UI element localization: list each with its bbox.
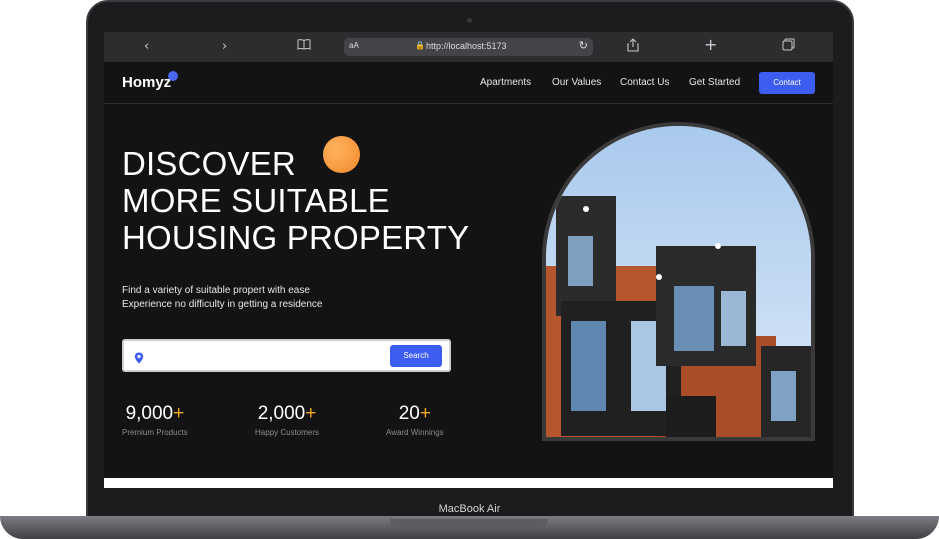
stat-plus: + (419, 403, 431, 424)
site-header: Homyz Apartments Our Values Contact Us G… (104, 62, 833, 104)
nav-link-our-values[interactable]: Our Values (552, 77, 601, 88)
nav-link-apartments[interactable]: Apartments (480, 77, 531, 88)
stat-value: 20+ (386, 402, 444, 426)
new-tab-icon[interactable]: + (704, 36, 717, 54)
stat-number: 9,000 (125, 403, 174, 424)
stat-label: Premium Products (122, 428, 188, 437)
stat-award-winnings: 20+ Award Winnings (386, 402, 444, 437)
stat-number: 20 (398, 403, 420, 424)
screen: ‹ › aA 🔒 http://localhost:5173 ↻ + Homyz… (104, 32, 833, 488)
search-input[interactable] (152, 347, 386, 367)
stat-plus: + (305, 403, 317, 424)
share-icon[interactable] (627, 38, 639, 58)
address-bar[interactable]: aA 🔒 http://localhost:5173 ↻ (344, 38, 593, 56)
book-icon[interactable] (297, 38, 311, 56)
device-label: MacBook Air (438, 503, 501, 515)
stat-value: 9,000+ (122, 402, 188, 426)
logo-dot (168, 71, 178, 81)
hero-title-line: HOUSING PROPERTY (122, 219, 470, 256)
url-text: http://localhost:5173 (426, 41, 507, 51)
stat-label: Happy Customers (255, 428, 320, 437)
camera (467, 18, 472, 23)
back-icon[interactable]: ‹ (144, 38, 149, 56)
stat-premium-products: 9,000+ Premium Products (122, 402, 188, 437)
lock-icon: 🔒 (415, 41, 425, 50)
search-button[interactable]: Search (390, 345, 442, 367)
description-line: Experience no difficulty in getting a re… (122, 299, 323, 310)
tabs-icon[interactable] (782, 38, 795, 57)
location-pin-icon (134, 349, 144, 364)
hero-title-line: DISCOVER (122, 145, 296, 182)
reload-icon[interactable]: ↻ (579, 39, 588, 52)
search-bar: Search (122, 339, 451, 372)
logo[interactable]: Homyz (122, 74, 171, 91)
text-size-button[interactable]: aA (349, 41, 359, 50)
section-divider (104, 478, 833, 488)
stat-happy-customers: 2,000+ Happy Customers (255, 402, 319, 437)
stat-number: 2,000 (257, 403, 306, 424)
hero-building-image (542, 122, 815, 441)
hero-title-line: MORE SUITABLE (122, 182, 390, 219)
stat-label: Award Winnings (386, 428, 444, 437)
stat-plus: + (173, 403, 185, 424)
nav-link-contact-us[interactable]: Contact Us (620, 77, 669, 88)
hero-title: DISCOVER MORE SUITABLE HOUSING PROPERTY (122, 145, 482, 256)
laptop-notch (390, 519, 548, 528)
stat-value: 2,000+ (255, 402, 319, 426)
browser-toolbar: ‹ › aA 🔒 http://localhost:5173 ↻ + (104, 32, 833, 62)
laptop-hinge (104, 488, 833, 502)
description-line: Find a variety of suitable propert with … (122, 285, 310, 296)
contact-button[interactable]: Contact (759, 72, 815, 94)
nav-link-get-started[interactable]: Get Started (689, 77, 740, 88)
forward-icon[interactable]: › (222, 38, 227, 56)
hero-description: Find a variety of suitable propert with … (122, 284, 323, 312)
